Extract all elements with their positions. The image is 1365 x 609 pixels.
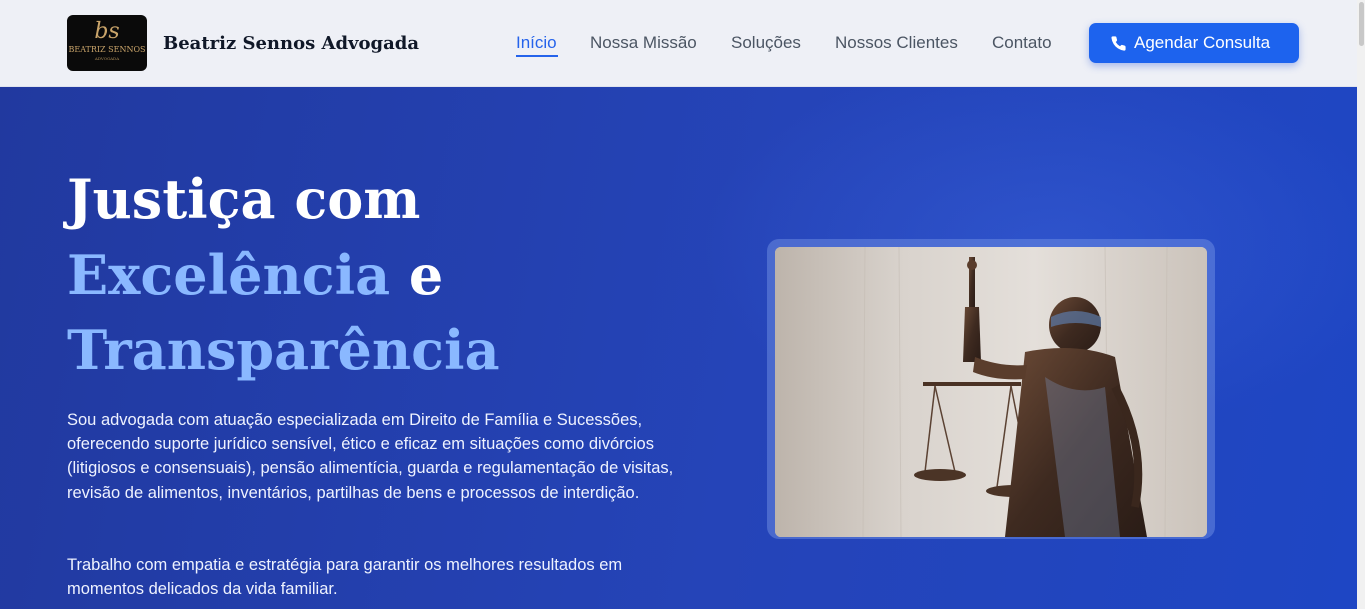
hero-title-accent1: Excelência bbox=[67, 243, 391, 307]
cta-label: Agendar Consulta bbox=[1134, 33, 1271, 52]
phone-icon bbox=[1111, 36, 1126, 51]
logo-monogram: bs bbox=[94, 19, 120, 44]
hero-paragraph-1: Sou advogada com atuação especializada e… bbox=[67, 411, 674, 502]
schedule-consultation-button[interactable]: Agendar Consulta bbox=[1089, 23, 1299, 63]
hero-title-line2: Excelência e bbox=[67, 239, 443, 311]
hero-paragraph-2: Trabalho com empatia e estratégia para g… bbox=[67, 556, 623, 599]
scrollbar-track[interactable] bbox=[1357, 0, 1365, 609]
brand-name[interactable]: Beatriz Sennos Advogada bbox=[163, 32, 419, 56]
top-navbar: bs BEATRIZ SENNOS ADVOGADA Beatriz Senno… bbox=[0, 0, 1365, 87]
hero-title-accent2: Transparência bbox=[67, 318, 500, 382]
hero-title-line1: Justiça com bbox=[67, 167, 421, 231]
scrollbar-thumb[interactable] bbox=[1359, 2, 1364, 46]
hero-title-connector: e bbox=[390, 243, 444, 307]
hero-image bbox=[775, 247, 1207, 537]
lady-justice-statue-image bbox=[775, 247, 1207, 537]
logo-name: BEATRIZ SENNOS bbox=[68, 45, 146, 54]
brand-logo[interactable]: bs BEATRIZ SENNOS ADVOGADA bbox=[67, 15, 147, 71]
nav-link-inicio[interactable]: Início bbox=[516, 32, 557, 54]
active-nav-underline bbox=[516, 55, 558, 57]
nav-link-solucoes[interactable]: Soluções bbox=[731, 32, 801, 54]
nav-link-nossa-missao[interactable]: Nossa Missão bbox=[590, 32, 697, 54]
logo-subtitle: ADVOGADA bbox=[94, 56, 120, 61]
nav-link-nossos-clientes[interactable]: Nossos Clientes bbox=[835, 32, 958, 54]
nav-link-contato[interactable]: Contato bbox=[992, 32, 1052, 54]
